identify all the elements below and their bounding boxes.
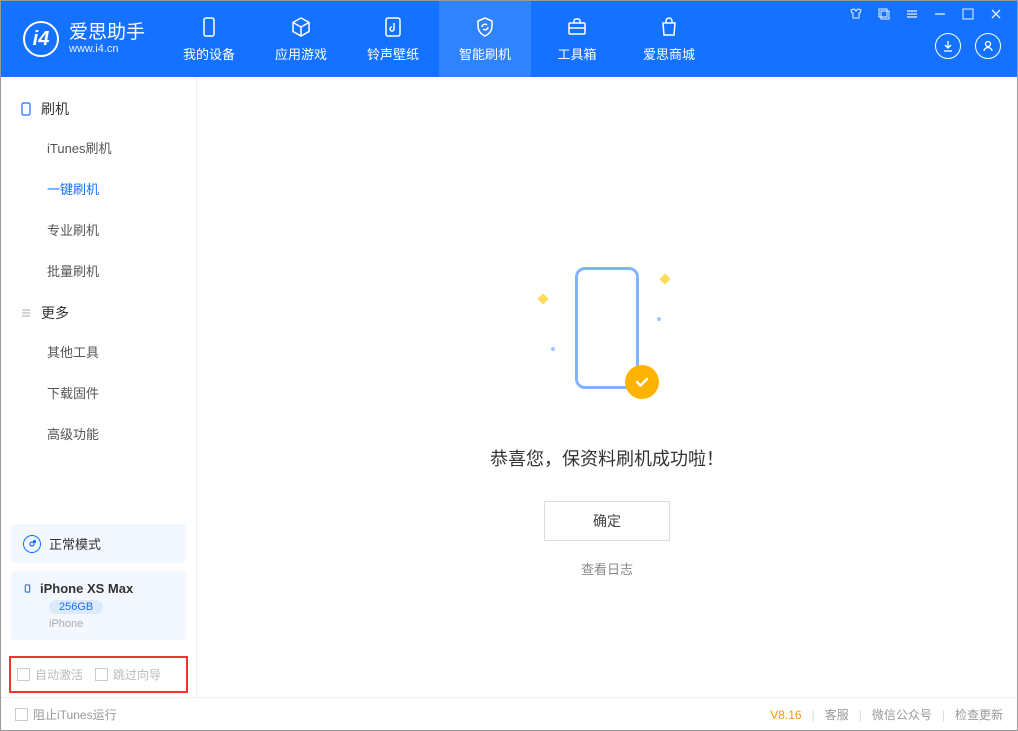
sidebar-header-flash: 刷机 xyxy=(1,91,196,127)
music-file-icon xyxy=(381,15,405,39)
option-label: 自动激活 xyxy=(35,666,83,683)
device-panel: 正常模式 iPhone XS Max 256GB iPhone xyxy=(1,514,196,650)
checkbox-icon xyxy=(95,668,108,681)
view-log-link[interactable]: 查看日志 xyxy=(581,559,633,578)
tab-store[interactable]: 爱思商城 xyxy=(623,1,715,77)
menu-icon[interactable] xyxy=(905,7,919,21)
close-icon[interactable] xyxy=(989,7,1003,21)
list-icon xyxy=(19,306,33,320)
window-controls xyxy=(849,1,1007,21)
tab-flash[interactable]: 智能刷机 xyxy=(439,1,531,77)
device-icon xyxy=(19,102,33,116)
mode-icon xyxy=(23,535,41,553)
auto-activate-option[interactable]: 自动激活 xyxy=(17,666,83,683)
logo-area: i4 爱思助手 www.i4.cn xyxy=(1,1,163,77)
sidebar-item-pro[interactable]: 专业刷机 xyxy=(1,209,196,250)
app-domain: www.i4.cn xyxy=(69,43,145,55)
ok-button[interactable]: 确定 xyxy=(544,501,670,541)
version-label: V8.16 xyxy=(770,708,801,722)
tab-toolbox[interactable]: 工具箱 xyxy=(531,1,623,77)
tab-label: 爱思商城 xyxy=(643,44,695,63)
app-logo-icon: i4 xyxy=(23,21,59,57)
sidebar: 刷机 iTunes刷机 一键刷机 专业刷机 批量刷机 更多 其他工具 下载固件 … xyxy=(1,77,197,697)
footer-right: V8.16 | 客服 | 微信公众号 | 检查更新 xyxy=(770,706,1003,723)
sidebar-header-label: 更多 xyxy=(41,303,69,323)
tab-ringtones[interactable]: 铃声壁纸 xyxy=(347,1,439,77)
header-right xyxy=(849,1,1017,77)
device-mode-box[interactable]: 正常模式 xyxy=(11,524,186,563)
option-label: 跳过向导 xyxy=(113,666,161,683)
support-link[interactable]: 客服 xyxy=(825,706,849,723)
app-header: i4 爱思助手 www.i4.cn 我的设备 应用游戏 铃声壁纸 智能刷机 工具… xyxy=(1,1,1017,77)
phone-icon xyxy=(197,15,221,39)
sidebar-header-more: 更多 xyxy=(1,295,196,331)
sidebar-section-more: 更多 其他工具 下载固件 高级功能 xyxy=(1,295,196,458)
sidebar-item-firmware[interactable]: 下载固件 xyxy=(1,372,196,413)
tab-my-device[interactable]: 我的设备 xyxy=(163,1,255,77)
bag-icon xyxy=(657,15,681,39)
tab-label: 智能刷机 xyxy=(459,44,511,63)
maximize-icon[interactable] xyxy=(961,7,975,21)
checkbox-icon xyxy=(17,668,30,681)
sidebar-item-itunes[interactable]: iTunes刷机 xyxy=(1,127,196,168)
skip-guide-option[interactable]: 跳过向导 xyxy=(95,666,161,683)
tab-label: 工具箱 xyxy=(558,44,597,63)
option-label: 阻止iTunes运行 xyxy=(33,706,117,723)
block-itunes-option[interactable]: 阻止iTunes运行 xyxy=(15,706,117,723)
sidebar-item-other[interactable]: 其他工具 xyxy=(1,331,196,372)
tab-label: 铃声壁纸 xyxy=(367,44,419,63)
checkbox-icon xyxy=(15,708,28,721)
device-detail-box[interactable]: iPhone XS Max 256GB iPhone xyxy=(11,571,186,640)
sidebar-item-advanced[interactable]: 高级功能 xyxy=(1,413,196,454)
update-link[interactable]: 检查更新 xyxy=(955,706,1003,723)
success-illustration xyxy=(557,267,657,417)
toolbox-icon xyxy=(565,15,589,39)
success-message: 恭喜您，保资料刷机成功啦！ xyxy=(490,445,724,471)
check-badge-icon xyxy=(625,365,659,399)
cube-icon xyxy=(289,15,313,39)
logo-text-block: 爱思助手 www.i4.cn xyxy=(69,23,145,56)
sidebar-section-flash: 刷机 iTunes刷机 一键刷机 专业刷机 批量刷机 xyxy=(1,91,196,295)
shield-refresh-icon xyxy=(473,15,497,39)
shirt-icon[interactable] xyxy=(849,7,863,21)
footer: 阻止iTunes运行 V8.16 | 客服 | 微信公众号 | 检查更新 xyxy=(1,697,1017,731)
main-content: 恭喜您，保资料刷机成功啦！ 确定 查看日志 xyxy=(197,77,1017,697)
device-name-row: iPhone XS Max xyxy=(23,581,174,596)
device-storage-badge: 256GB xyxy=(49,600,103,614)
body: 刷机 iTunes刷机 一键刷机 专业刷机 批量刷机 更多 其他工具 下载固件 … xyxy=(1,77,1017,697)
tab-label: 应用游戏 xyxy=(275,44,327,63)
nav-tabs: 我的设备 应用游戏 铃声壁纸 智能刷机 工具箱 爱思商城 xyxy=(163,1,715,77)
user-icon[interactable] xyxy=(975,33,1001,59)
wechat-link[interactable]: 微信公众号 xyxy=(872,706,932,723)
tab-label: 我的设备 xyxy=(183,44,235,63)
sidebar-header-label: 刷机 xyxy=(41,99,69,119)
app-name: 爱思助手 xyxy=(69,23,145,44)
highlighted-options: 自动激活 跳过向导 xyxy=(9,656,188,693)
device-mode-label: 正常模式 xyxy=(49,534,101,553)
phone-small-icon xyxy=(23,584,32,593)
device-type: iPhone xyxy=(49,618,174,630)
layers-icon[interactable] xyxy=(877,7,891,21)
sidebar-item-oneclick[interactable]: 一键刷机 xyxy=(1,168,196,209)
download-icon[interactable] xyxy=(935,33,961,59)
device-name-text: iPhone XS Max xyxy=(40,581,133,596)
minimize-icon[interactable] xyxy=(933,7,947,21)
sidebar-item-batch[interactable]: 批量刷机 xyxy=(1,250,196,291)
user-icons xyxy=(935,21,1007,59)
tab-apps[interactable]: 应用游戏 xyxy=(255,1,347,77)
